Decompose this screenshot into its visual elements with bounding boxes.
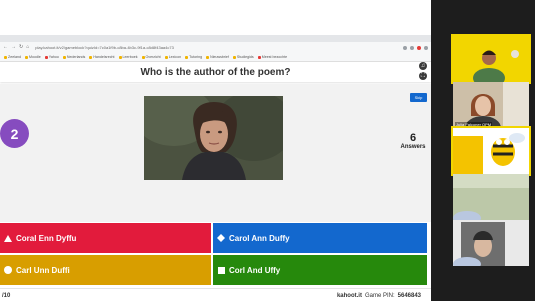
question-image bbox=[144, 96, 283, 180]
question-text: Who is the author of the poem? bbox=[140, 66, 291, 78]
game-pin-label: Game PIN: bbox=[364, 292, 395, 299]
bookmark[interactable]: Nederlands bbox=[62, 55, 85, 59]
bookmark[interactable]: Zeeland bbox=[4, 55, 21, 59]
answer-option-diamond[interactable]: Carol Ann Duffy bbox=[213, 223, 427, 253]
countdown-timer: 2 bbox=[0, 119, 29, 148]
answer-option-square[interactable]: Corl And Uffy bbox=[213, 255, 427, 285]
diamond-icon bbox=[216, 234, 226, 242]
extension-icon[interactable] bbox=[410, 45, 414, 50]
bookmark[interactable]: Handelsrecht bbox=[89, 55, 115, 59]
participant-tile[interactable] bbox=[451, 34, 531, 84]
forward-icon[interactable]: → bbox=[11, 45, 16, 50]
answer-option-circle[interactable]: Carl Unn Duffi bbox=[0, 255, 211, 285]
participant-tile[interactable] bbox=[451, 126, 531, 176]
address-bar: ← → ↻ ⌂ play.kahoot.it/v2/gameblock?quiz… bbox=[0, 42, 431, 53]
participant-tile[interactable] bbox=[453, 174, 529, 220]
bookmark[interactable]: Moodle bbox=[25, 55, 41, 59]
participant-name: Julia Falconer OPM bbox=[455, 122, 493, 127]
footer-bar: /10 kahoot.it Game PIN: 5646843 bbox=[0, 288, 431, 301]
answer-option-triangle[interactable]: Coral Enn Dyffu bbox=[0, 223, 211, 253]
extension-icon[interactable] bbox=[403, 45, 407, 50]
bookmark[interactable]: Tutoring bbox=[185, 55, 202, 59]
back-icon[interactable]: ← bbox=[3, 45, 8, 50]
fullscreen-icon[interactable]: ⛶ bbox=[419, 72, 427, 80]
bookmark[interactable]: Leerboek bbox=[118, 55, 138, 59]
triangle-icon bbox=[3, 234, 13, 242]
answer-count: 6 bbox=[409, 132, 417, 144]
site-name: kahoot.it bbox=[336, 292, 362, 299]
bookmarks-bar: Zeeland Moodle Yahoo Nederlands Handelsr… bbox=[0, 53, 431, 62]
answer-label: Carl Unn Duffi bbox=[16, 265, 70, 275]
portrait-illustration bbox=[144, 96, 283, 180]
url-field[interactable]: play.kahoot.it/v2/gameblock?quizId=7c0a1… bbox=[35, 45, 174, 50]
game-pin: 5646843 bbox=[397, 292, 421, 299]
volume-icon[interactable]: ♫ bbox=[419, 62, 427, 70]
home-icon[interactable]: ⌂ bbox=[26, 45, 29, 50]
participant-video-icon bbox=[453, 128, 529, 174]
video-call-panel: Julia Falconer OPM bbox=[431, 0, 535, 301]
answer-label: Corl And Uffy bbox=[229, 265, 281, 275]
square-icon bbox=[216, 266, 226, 274]
bookmark[interactable]: Nieuwsbrief bbox=[206, 55, 229, 59]
reload-icon[interactable]: ↻ bbox=[19, 45, 23, 50]
bookmark[interactable]: Lexicon bbox=[164, 55, 181, 59]
bookmark[interactable]: Yahoo bbox=[44, 55, 59, 59]
bookmark[interactable]: Studiegids bbox=[232, 55, 254, 59]
answers-counter: 6 Answers bbox=[396, 132, 430, 150]
participant-tile[interactable] bbox=[453, 220, 529, 266]
bookmark[interactable]: Meest bezochte bbox=[257, 55, 287, 59]
participant-avatar bbox=[453, 211, 481, 220]
question-progress: /10 bbox=[2, 292, 11, 299]
participant-avatar bbox=[453, 257, 481, 266]
skip-button[interactable]: Skip bbox=[410, 93, 427, 102]
tab-strip bbox=[0, 35, 431, 42]
profile-icon[interactable] bbox=[417, 45, 421, 50]
participant-tile[interactable]: Julia Falconer OPM bbox=[453, 82, 529, 128]
browser-window: ← → ↻ ⌂ play.kahoot.it/v2/gameblock?quiz… bbox=[0, 35, 431, 301]
menu-icon[interactable] bbox=[424, 45, 428, 50]
question-bar: Who is the author of the poem? bbox=[0, 62, 431, 82]
answer-count-label: Answers bbox=[400, 144, 426, 150]
participant-video-icon bbox=[453, 36, 529, 82]
answer-label: Carol Ann Duffy bbox=[229, 233, 290, 243]
answer-label: Coral Enn Dyffu bbox=[16, 233, 77, 243]
circle-icon bbox=[3, 266, 13, 274]
bookmark[interactable]: Overzicht bbox=[141, 55, 161, 59]
